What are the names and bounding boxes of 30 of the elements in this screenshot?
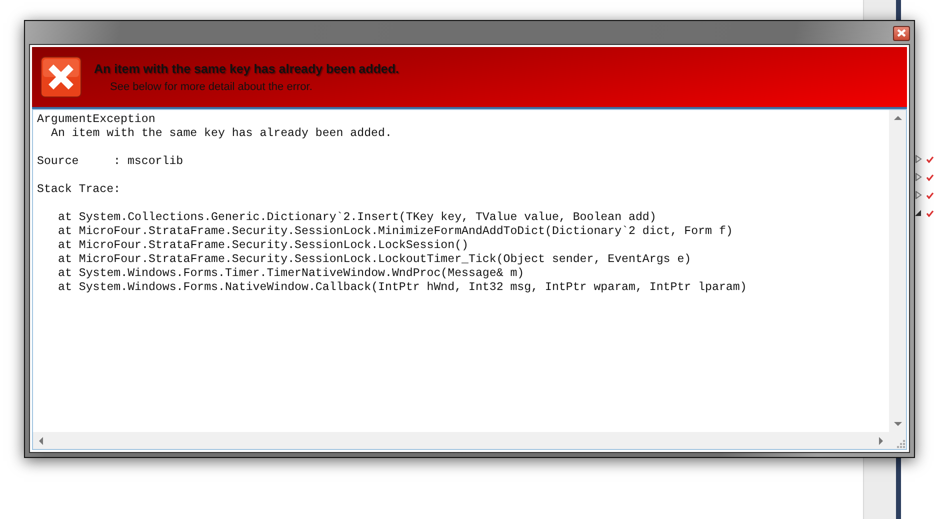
exception-type: ArgumentException	[37, 113, 156, 127]
stack-frame: at MicroFour.StrataFrame.Security.SessionLock.LockoutTimer_Tick(Object sender, EventArgs e)	[37, 253, 885, 267]
check-icon	[926, 174, 934, 180]
error-subheading: See below for more detail about the error.	[109, 80, 314, 92]
horizontal-scrollbar[interactable]	[33, 432, 889, 449]
error-heading: An item with the same key has already been added.	[94, 62, 399, 76]
stack-frame: at System.Collections.Generic.Dictionary`2.Insert(TKey key, TValue value, Boolean add)	[37, 211, 885, 225]
stack-trace-label: Stack Trace:	[37, 183, 122, 197]
scroll-up-icon	[894, 114, 902, 122]
check-icon	[926, 156, 934, 162]
stack-frame: at MicroFour.StrataFrame.Security.SessionLock.MinimizeFormAndAddToDict(Dictionary`2 dict, Form f)	[37, 225, 885, 239]
exception-source: Source : mscorlib	[37, 155, 184, 169]
exception-message: An item with the same key has already been added.	[50, 127, 393, 141]
close-button[interactable]	[893, 26, 910, 40]
stack-frame: at System.Windows.Forms.Timer.TimerNativeWindow.WndProc(Message& m)	[37, 267, 885, 281]
scroll-down-icon	[894, 420, 902, 428]
close-icon	[897, 29, 906, 37]
scroll-left-icon	[37, 436, 45, 444]
expanded-arrow-icon[interactable]	[915, 209, 922, 217]
stack-frame: at System.Windows.Forms.NativeWindow.Callback(IntPtr hWnd, Int32 msg, IntPtr wparam, IntPtr lparam)	[37, 281, 885, 295]
check-icon	[926, 210, 934, 216]
collapsed-arrow-icon[interactable]	[915, 155, 922, 163]
stack-frame: at MicroFour.StrataFrame.Security.SessionLock.LockSession()	[37, 239, 885, 253]
collapsed-arrow-icon[interactable]	[915, 173, 922, 181]
resize-grip-icon[interactable]	[896, 439, 906, 449]
scroll-right-icon	[877, 436, 885, 444]
vertical-scrollbar[interactable]	[889, 110, 906, 432]
collapsed-arrow-icon[interactable]	[915, 191, 922, 199]
error-icon	[40, 56, 82, 98]
check-icon	[926, 192, 934, 198]
